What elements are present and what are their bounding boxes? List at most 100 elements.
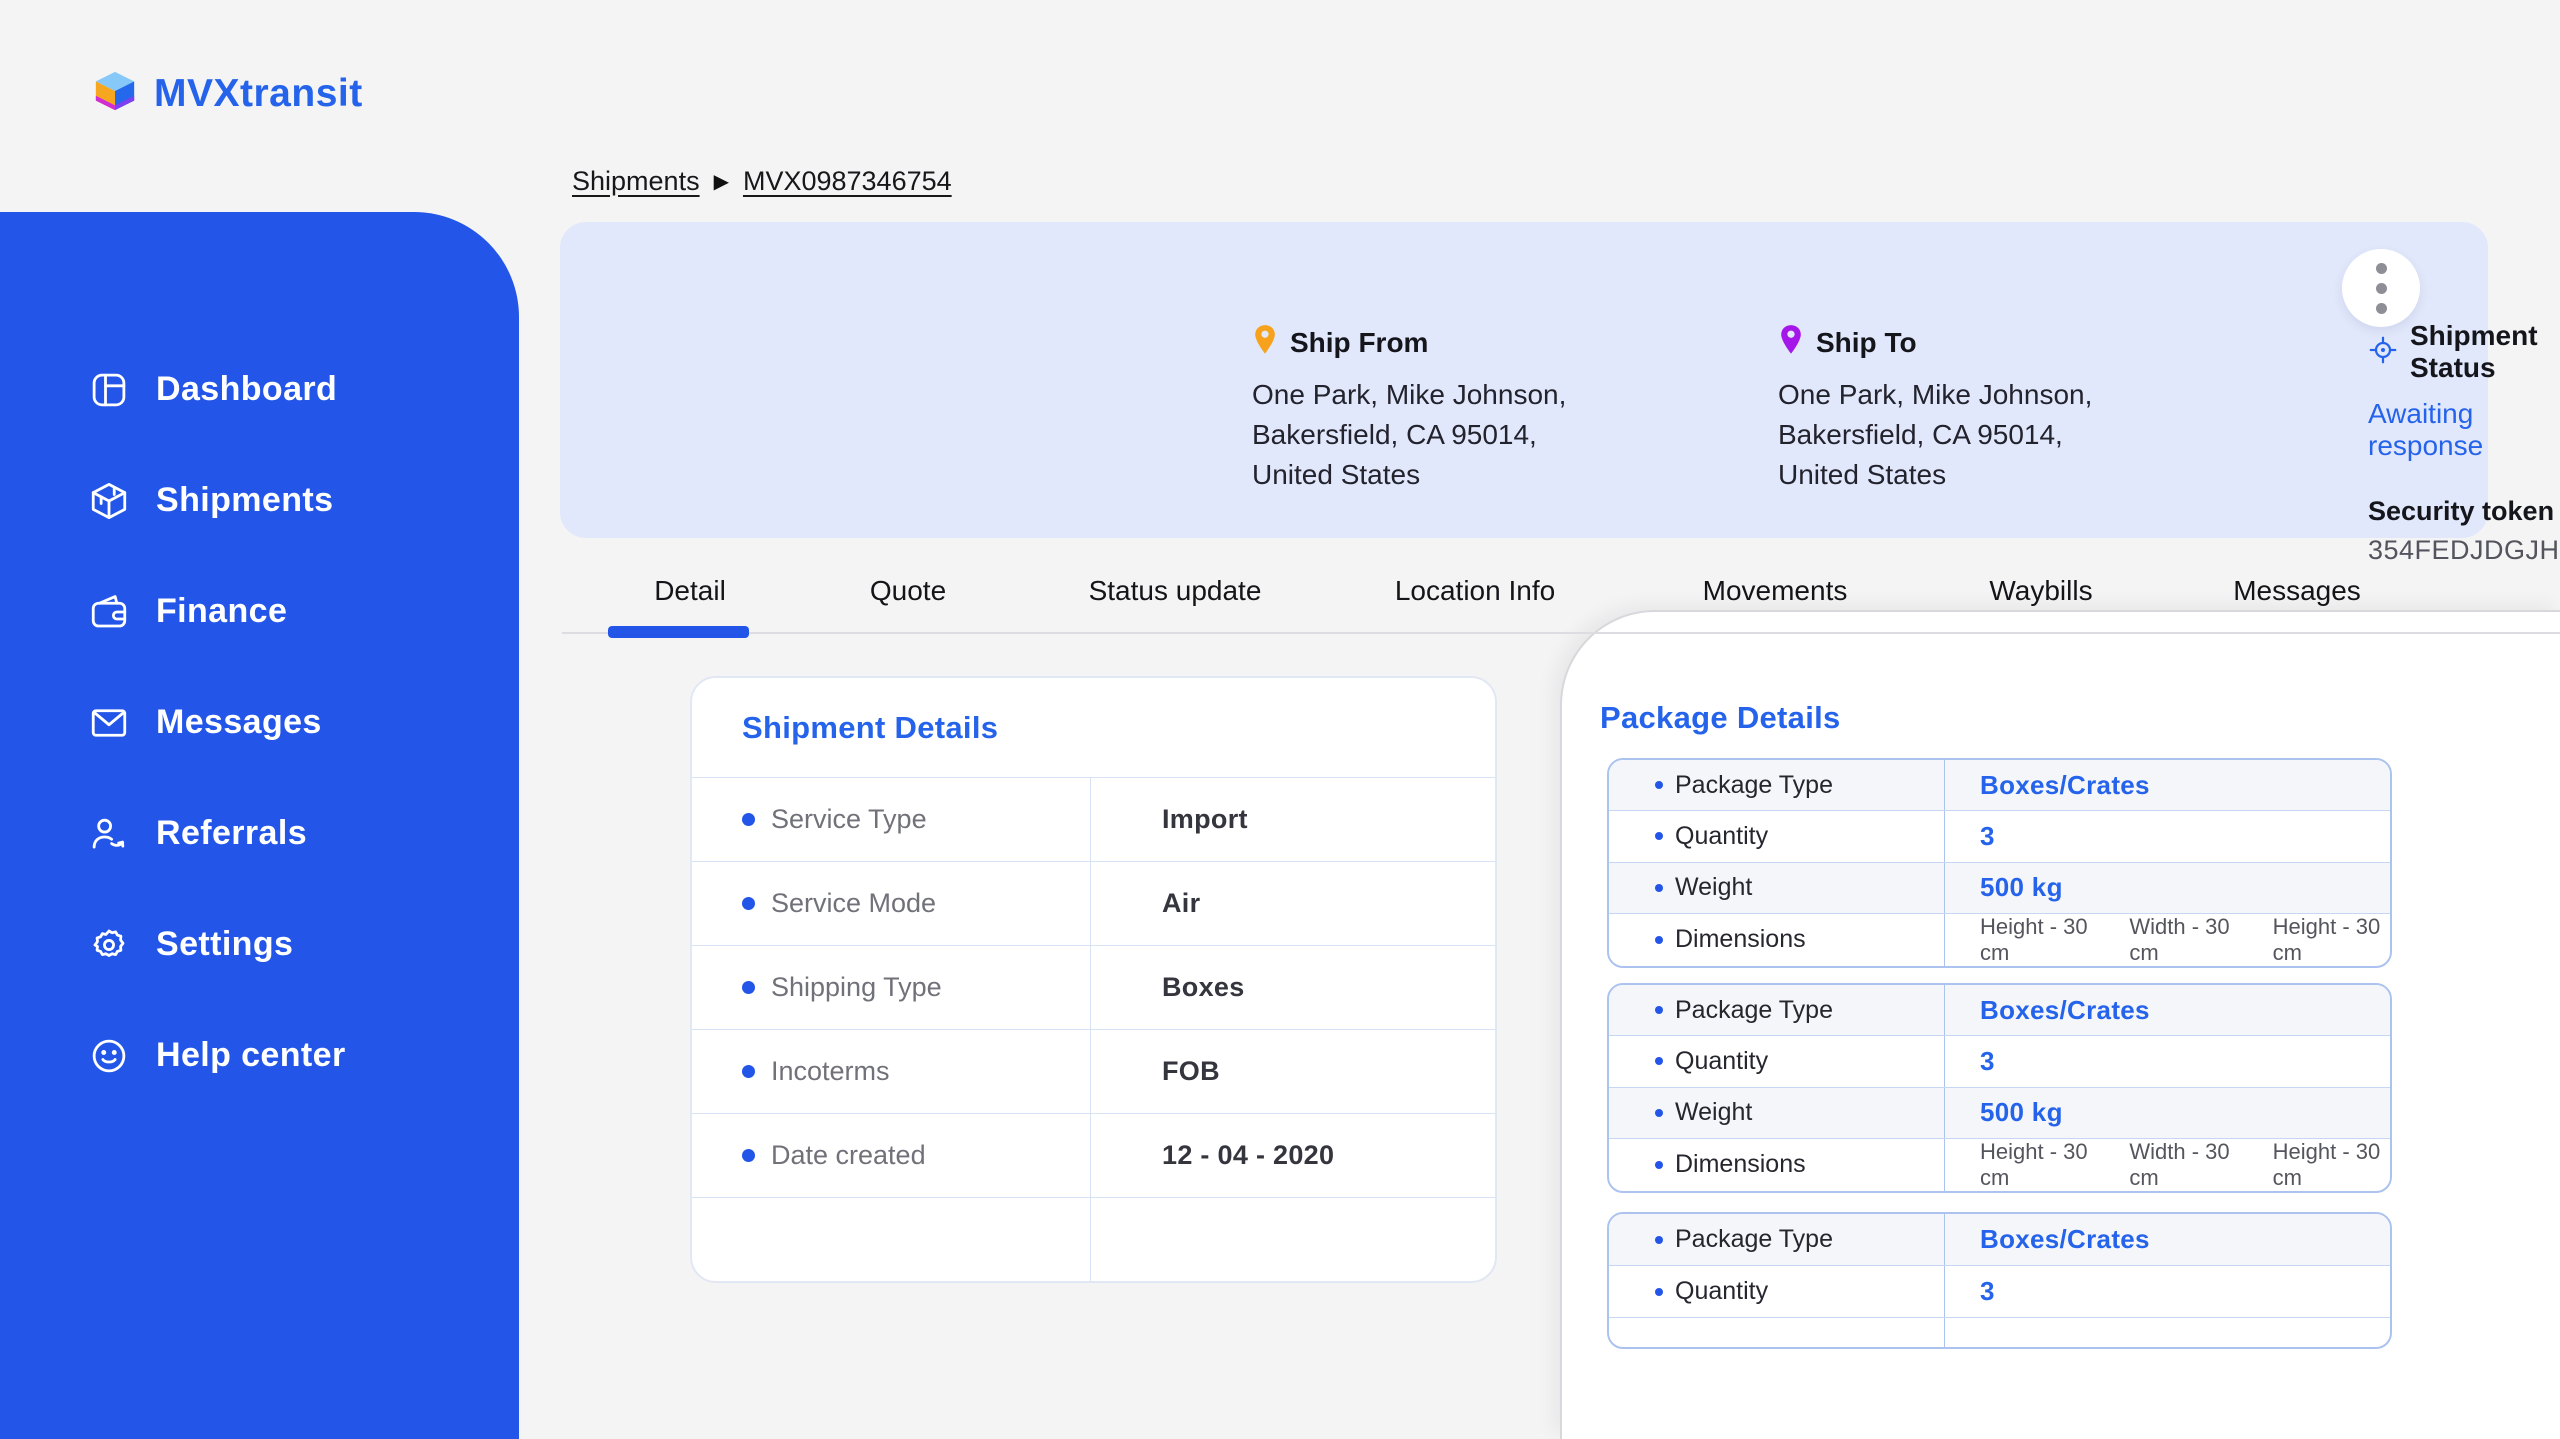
- sidebar-item-label: Referrals: [156, 814, 308, 852]
- ship-from-label: Ship From: [1290, 326, 1429, 358]
- shipment-details-panel: Shipment Details Service Type Import Ser…: [690, 676, 1497, 1283]
- bullet-icon: [1655, 935, 1663, 944]
- sidebar-item-shipments[interactable]: Shipments: [0, 445, 519, 556]
- breadcrumb: Shipments ▶ MVX0987346754: [572, 166, 952, 197]
- kebab-dot: [2375, 282, 2387, 294]
- row-label: Dimensions: [1675, 1150, 1806, 1179]
- sidebar-item-label: Dashboard: [156, 370, 338, 408]
- sidebar-item-label: Help center: [156, 1036, 346, 1074]
- tab-quote[interactable]: Quote: [870, 575, 946, 607]
- table-row-empty: [692, 1198, 1495, 1281]
- logo-cube-icon: [92, 68, 138, 119]
- sidebar-item-dashboard[interactable]: Dashboard: [0, 334, 519, 445]
- dimension-value: Width - 30 cm: [2129, 913, 2230, 965]
- table-row: Dimensions Height - 30 cm Width - 30 cm …: [1609, 913, 2390, 966]
- table-row: Shipping Type Boxes: [692, 946, 1495, 1030]
- tab-movements[interactable]: Movements: [1703, 575, 1848, 607]
- sidebar-item-help-center[interactable]: Help center: [0, 1000, 519, 1111]
- tab-status-update[interactable]: Status update: [1089, 575, 1262, 607]
- bullet-icon: [1655, 1287, 1663, 1296]
- ship-from-address: One Park, Mike Johnson, Bakersfield, CA …: [1252, 379, 1567, 490]
- table-row: Quantity 3: [1609, 811, 2390, 863]
- row-label: Date created: [771, 1140, 926, 1170]
- shipment-status-value: Awaiting response: [2368, 398, 2484, 461]
- row-label: Quantity: [1675, 1046, 1769, 1075]
- row-label: Package Type: [1675, 1225, 1833, 1253]
- package-table-2: Package Type Boxes/Crates Quantity 3 Wei…: [1607, 983, 2392, 1193]
- map-pin-to-icon: [1778, 324, 1804, 361]
- ship-to-label: Ship To: [1816, 326, 1917, 358]
- bullet-icon: [1655, 1235, 1663, 1244]
- table-row: Package Type Boxes/Crates: [1609, 985, 2390, 1037]
- bullet-icon: [742, 897, 755, 910]
- breadcrumb-shipments-link[interactable]: Shipments: [572, 166, 700, 197]
- bullet-icon: [1655, 1160, 1663, 1169]
- table-row-empty: [1609, 1318, 2390, 1347]
- ship-to-address: One Park, Mike Johnson, Bakersfield, CA …: [1778, 379, 2093, 490]
- row-value: 3: [1980, 820, 1995, 851]
- dimension-value: Height - 30 cm: [1980, 1138, 2088, 1190]
- map-pin-from-icon: [1252, 324, 1278, 361]
- dimension-value: Width - 30 cm: [2129, 1138, 2230, 1190]
- row-label: Weight: [1675, 873, 1753, 902]
- bullet-icon: [742, 813, 755, 826]
- table-row: Service Type Import: [692, 778, 1495, 862]
- package-details-title: Package Details: [1600, 700, 1841, 735]
- bullet-icon: [1655, 883, 1663, 892]
- table-row: Incoterms FOB: [692, 1030, 1495, 1114]
- package-table-1: Package Type Boxes/Crates Quantity 3 Wei…: [1607, 758, 2392, 968]
- row-value: Import: [1162, 804, 1248, 834]
- shipment-details-title: Shipment Details: [742, 709, 999, 745]
- row-label: Shipping Type: [771, 972, 942, 1002]
- sidebar-item-messages[interactable]: Messages: [0, 667, 519, 778]
- table-row: Weight 500 kg: [1609, 862, 2390, 914]
- bullet-icon: [742, 1149, 755, 1162]
- ship-to-block: Ship To One Park, Mike Johnson, Bakersfi…: [1778, 324, 2092, 495]
- more-options-button[interactable]: [2342, 249, 2420, 327]
- row-value: 3: [1980, 1045, 1995, 1076]
- tab-detail[interactable]: Detail: [654, 575, 726, 607]
- smiley-icon: [88, 1035, 130, 1077]
- table-row: Date created 12 - 04 - 2020: [692, 1114, 1495, 1198]
- active-tab-indicator: [608, 626, 749, 638]
- bullet-icon: [1655, 781, 1663, 790]
- security-token-label: Security token: [2368, 496, 2555, 526]
- row-value: Boxes: [1162, 972, 1245, 1002]
- bullet-icon: [1655, 832, 1663, 841]
- row-value: 3: [1980, 1276, 1995, 1306]
- tabs-divider: [562, 632, 2560, 634]
- row-value: Boxes/Crates: [1980, 1224, 2150, 1254]
- shipment-status-label: Shipment Status: [2410, 320, 2538, 383]
- kebab-dot: [2375, 262, 2387, 274]
- gear-icon: [88, 924, 130, 966]
- row-value: Air: [1162, 888, 1201, 918]
- app-logo: MVXtransit: [92, 68, 363, 119]
- sidebar: Dashboard Shipments Finance Messages Ref…: [0, 212, 519, 1439]
- tab-location-info[interactable]: Location Info: [1395, 575, 1555, 607]
- bullet-icon: [1655, 1057, 1663, 1066]
- sidebar-item-label: Messages: [156, 703, 322, 741]
- table-row: Weight 500 kg: [1609, 1087, 2390, 1139]
- dimension-value: Height - 30 cm: [2272, 1138, 2381, 1190]
- table-row: Dimensions Height - 30 cm Width - 30 cm …: [1609, 1138, 2390, 1191]
- dashboard-icon: [88, 369, 130, 411]
- package-table-3: Package Type Boxes/Crates Quantity 3: [1607, 1212, 2392, 1349]
- breadcrumb-current-link[interactable]: MVX0987346754: [743, 166, 952, 197]
- sidebar-item-settings[interactable]: Settings: [0, 889, 519, 1000]
- package-icon: [88, 480, 130, 522]
- row-label: Package Type: [1675, 995, 1833, 1024]
- row-label: Service Type: [771, 804, 927, 834]
- dimension-value: Height - 30 cm: [1980, 913, 2088, 965]
- row-label: Package Type: [1675, 770, 1833, 799]
- tab-messages[interactable]: Messages: [2233, 575, 2361, 607]
- row-value: 12 - 04 - 2020: [1162, 1140, 1335, 1170]
- row-label: Service Mode: [771, 888, 937, 918]
- sidebar-item-label: Shipments: [156, 481, 334, 519]
- row-label: Dimensions: [1675, 925, 1806, 954]
- row-value: 500 kg: [1980, 872, 2063, 903]
- tab-waybills[interactable]: Waybills: [1989, 575, 2092, 607]
- row-label: Quantity: [1675, 1277, 1769, 1305]
- envelope-icon: [88, 702, 130, 744]
- sidebar-item-referrals[interactable]: Referrals: [0, 778, 519, 889]
- row-value: 500 kg: [1980, 1097, 2063, 1128]
